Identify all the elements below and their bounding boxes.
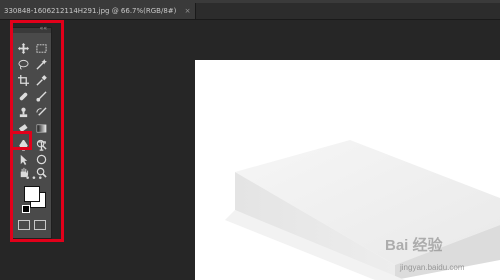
watermark-url: jingyan.baidu.com xyxy=(400,263,465,272)
close-tab-icon[interactable]: × xyxy=(185,7,191,15)
document-canvas[interactable] xyxy=(195,60,500,280)
document-tab[interactable]: 330848-1606212114H291.jpg @ 66.7%(RGB/8#… xyxy=(0,3,196,19)
canvas-image-white-box xyxy=(225,140,500,280)
document-tabbar: 330848-1606212114H291.jpg @ 66.7%(RGB/8#… xyxy=(0,3,500,20)
watermark-logo: Bai 经验 xyxy=(385,237,443,254)
pen-tool-highlight-frame xyxy=(10,131,32,150)
document-tab-title: 330848-1606212114H291.jpg @ 66.7%(RGB/8#… xyxy=(4,7,177,15)
